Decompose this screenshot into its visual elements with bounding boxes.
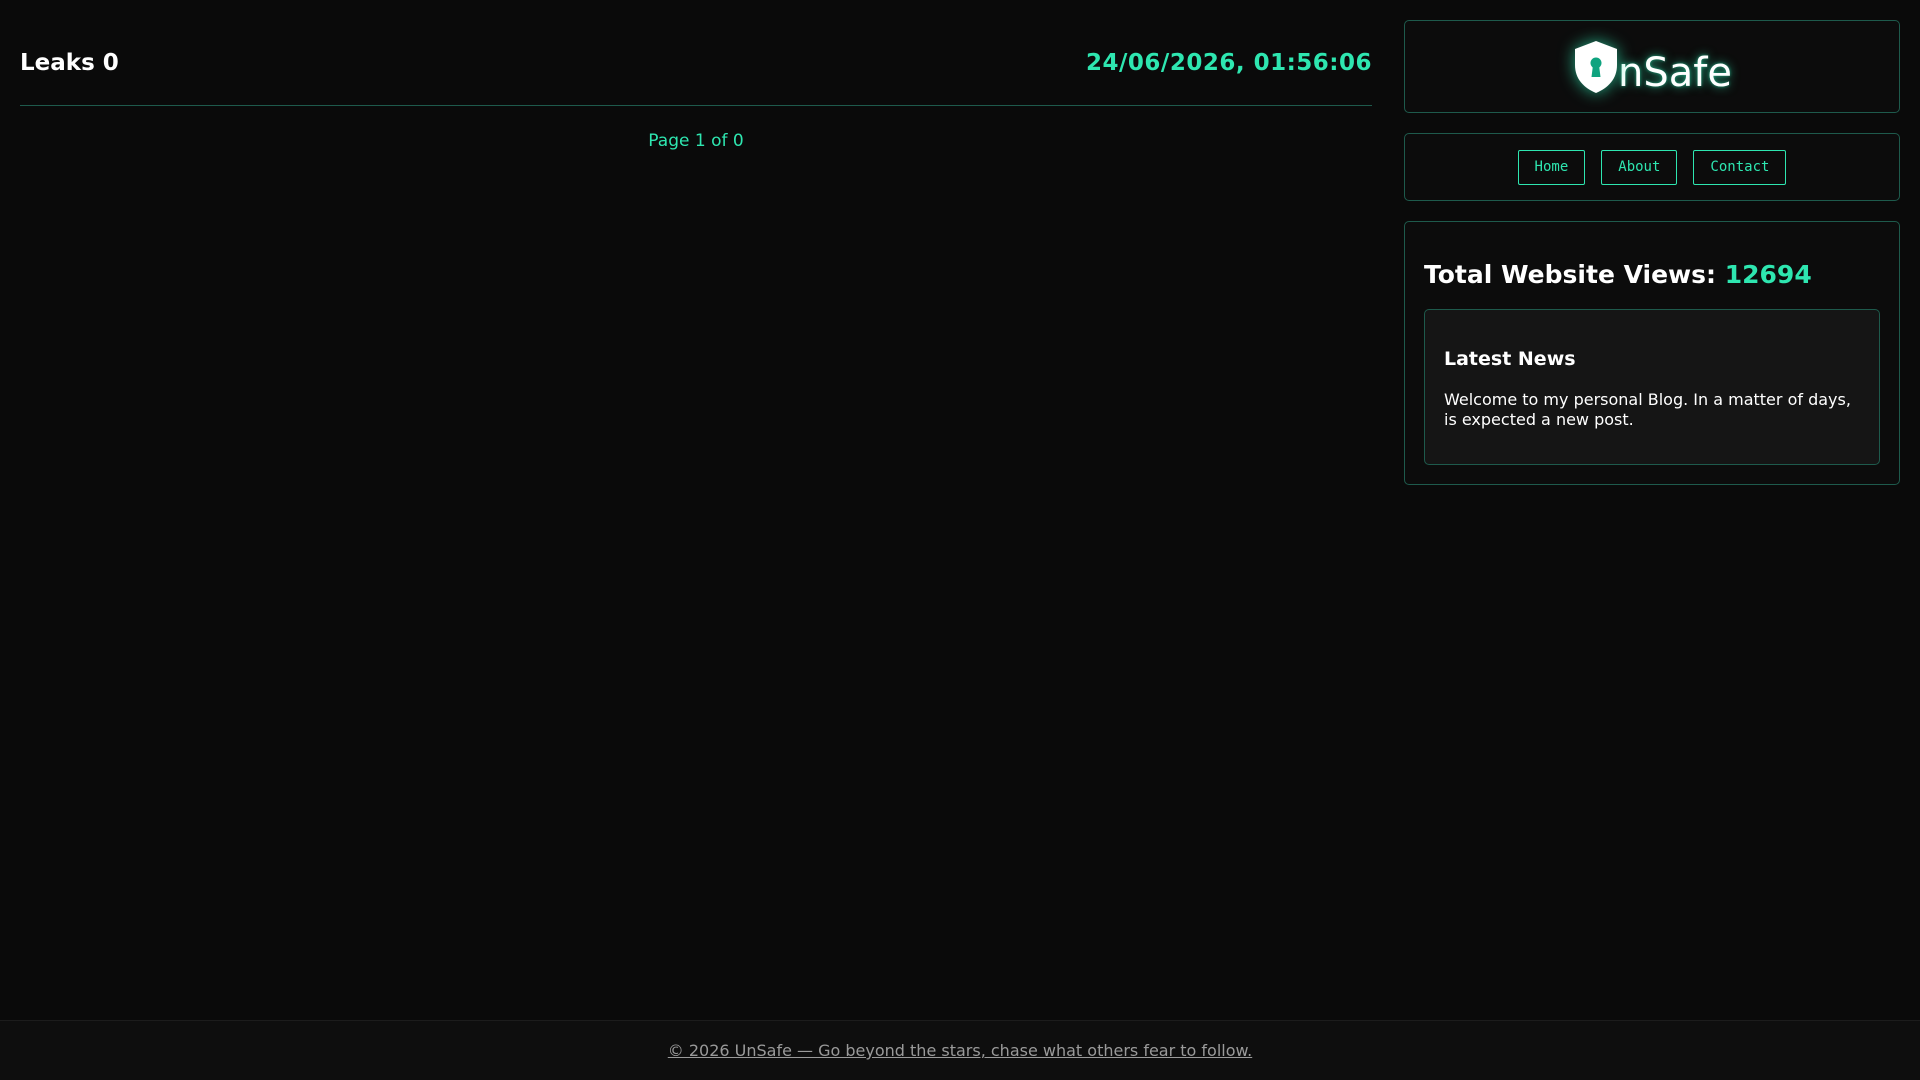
news-title: Latest News <box>1444 348 1576 370</box>
views-label: Total Website Views: <box>1424 260 1717 289</box>
shield-keyhole-icon <box>1575 40 1618 93</box>
logo-panel: nSafe <box>1404 20 1900 113</box>
pagination-info: Page 1 of 0 <box>648 131 744 151</box>
nav-panel: Home About Contact <box>1404 133 1900 201</box>
home-button[interactable]: Home <box>1517 149 1586 185</box>
about-button[interactable]: About <box>1601 149 1678 185</box>
footer: © 2026 UnSafe — Go beyond the stars, cha… <box>0 1020 1920 1080</box>
main-content: Leaks 0 24/06/2026, 01:56:06 Page 1 of 0 <box>20 20 1372 151</box>
views-count: 12694 <box>1724 260 1812 289</box>
site-logo[interactable]: nSafe <box>1572 39 1732 95</box>
page: Leaks 0 24/06/2026, 01:56:06 Page 1 of 0… <box>0 0 1920 1080</box>
footer-link[interactable]: © 2026 UnSafe — Go beyond the stars, cha… <box>668 1041 1252 1060</box>
contact-button[interactable]: Contact <box>1693 149 1787 185</box>
latest-news-card: Latest News Welcome to my personal Blog.… <box>1424 309 1880 465</box>
website-views: Total Website Views: 12694 <box>1424 260 1880 289</box>
news-body: Welcome to my personal Blog. In a matter… <box>1444 390 1851 429</box>
stats-panel: Total Website Views: 12694 Latest News W… <box>1404 221 1900 485</box>
sidebar: nSafe Home About Contact Total Website V… <box>1404 20 1900 485</box>
logo-text: nSafe <box>1618 49 1732 96</box>
main-header: Leaks 0 24/06/2026, 01:56:06 <box>20 20 1372 106</box>
page-title: Leaks 0 <box>20 49 119 76</box>
current-datetime: 24/06/2026, 01:56:06 <box>1086 49 1372 76</box>
